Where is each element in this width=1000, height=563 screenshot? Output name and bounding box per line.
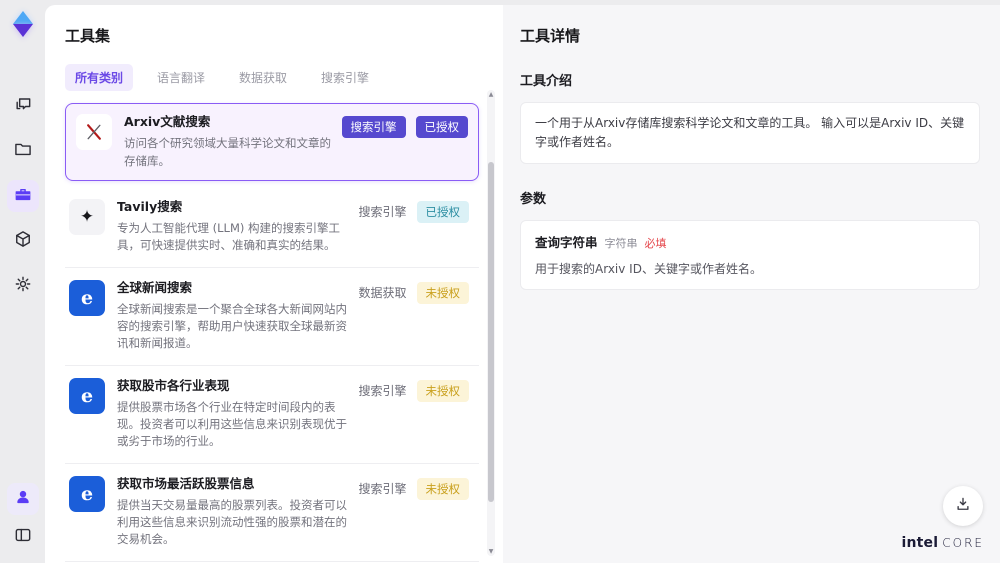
details-title: 工具详情 — [520, 27, 581, 45]
gear-icon — [13, 274, 33, 298]
icon-rail — [0, 0, 45, 563]
status-badge: 未授权 — [416, 379, 469, 402]
category-label: 搜索引擎 — [358, 384, 407, 398]
blue-e-logo-icon: e — [69, 377, 105, 414]
param-description: 用于搜索的Arxiv ID、关键字或作者姓名。 — [535, 262, 762, 277]
app-window: 工具集 所有类别 语言翻译 数据获取 搜索引擎 Arxiv文献搜索 访问各个研究… — [0, 0, 1000, 563]
category-label: 搜索引擎 — [358, 482, 407, 496]
tool-card-global-news[interactable]: e 全球新闻搜索 全球新闻搜索是一个聚合全球各大新闻网站内容的搜索引擎，帮助用户… — [65, 267, 479, 366]
tool-description: 提供当天交易量最高的股票列表。投资者可以利用这些信息来识别流动性强的股票和潜在的… — [117, 497, 347, 547]
tavily-star-icon: ✦ — [69, 198, 105, 235]
sidebar-item-models[interactable] — [7, 225, 39, 257]
scroll-down-icon[interactable]: ▼ — [487, 548, 495, 555]
page-title: 工具集 — [65, 27, 111, 45]
category-label: 搜索引擎 — [358, 205, 407, 220]
tool-name: Tavily搜索 — [117, 198, 183, 214]
sidebar-item-panel-toggle[interactable] — [7, 521, 39, 553]
tab-data-acquisition[interactable]: 数据获取 — [229, 64, 297, 91]
scroll-up-icon[interactable]: ▲ — [487, 91, 495, 98]
tool-card-active-stocks[interactable]: e 获取市场最活跃股票信息 提供当天交易量最高的股票列表。投资者可以利用这些信息… — [65, 463, 479, 562]
tool-name: Arxiv文献搜索 — [124, 114, 211, 129]
tool-list-panel: 工具集 所有类别 语言翻译 数据获取 搜索引擎 Arxiv文献搜索 访问各个研究… — [45, 5, 503, 563]
sidebar-item-account[interactable] — [6, 483, 39, 515]
intel-core-logo: intel CORE — [901, 535, 984, 551]
tool-name: 全球新闻搜索 — [117, 279, 193, 295]
intro-heading: 工具介绍 — [520, 74, 573, 89]
briefcase-icon — [13, 184, 33, 208]
intro-text: 一个用于从Arxiv存储库搜索科学论文和文章的工具。 输入可以是Arxiv ID… — [535, 116, 965, 150]
tool-details-panel: 工具详情 工具介绍 一个用于从Arxiv存储库搜索科学论文和文章的工具。 输入可… — [503, 5, 1000, 563]
folder-icon — [13, 139, 33, 163]
tool-card-tavily[interactable]: ✦ Tavily搜索 专为人工智能代理 (LLM) 构建的搜索引擎工具，可快速提… — [65, 186, 479, 268]
param-name: 查询字符串 — [535, 235, 598, 251]
sidebar-item-settings[interactable] — [7, 270, 39, 302]
tool-name: 获取股市各行业表现 — [117, 377, 230, 393]
tool-description: 专为人工智能代理 (LLM) 构建的搜索引擎工具，可快速提供实时、准确和真实的结… — [117, 221, 341, 253]
layout-panel-icon — [13, 525, 33, 549]
category-tabs: 所有类别 语言翻译 数据获取 搜索引擎 — [65, 64, 503, 91]
category-label: 数据获取 — [358, 286, 407, 300]
tab-all-categories[interactable]: 所有类别 — [65, 64, 134, 91]
category-badge: 搜索引擎 — [341, 116, 406, 138]
status-badge: 未授权 — [416, 477, 469, 500]
cube-icon — [13, 229, 33, 253]
tool-list: Arxiv文献搜索 访问各个研究领域大量科学论文和文章的存储库。 搜索引擎 已授… — [65, 103, 479, 563]
scrollbar-thumb[interactable] — [488, 162, 494, 502]
sidebar-item-chat[interactable] — [7, 90, 39, 122]
param-box: 查询字符串 字符串 必填 用于搜索的Arxiv ID、关键字或作者姓名。 — [520, 220, 980, 291]
status-badge: 未授权 — [416, 281, 469, 304]
app-logo — [6, 8, 40, 42]
tool-description: 提供股票市场各个行业在特定时间段内的表现。投资者可以利用这些信息来识别表现优于或… — [117, 399, 347, 449]
tool-description: 访问各个研究领域大量科学论文和文章的存储库。 — [124, 136, 331, 168]
intro-box: 一个用于从Arxiv存储库搜索科学论文和文章的工具。 输入可以是Arxiv ID… — [520, 102, 980, 165]
intel-wordmark: intel — [901, 535, 939, 551]
core-wordmark: CORE — [942, 536, 984, 550]
tab-search-engine[interactable]: 搜索引擎 — [311, 64, 379, 91]
sidebar-item-tools[interactable] — [6, 180, 39, 212]
tool-card-arxiv[interactable]: Arxiv文献搜索 访问各个研究领域大量科学论文和文章的存储库。 搜索引擎 已授… — [65, 103, 479, 181]
tool-description: 全球新闻搜索是一个聚合全球各大新闻网站内容的搜索引擎，帮助用户快速获取全球最新资… — [117, 301, 347, 351]
params-heading: 参数 — [520, 192, 547, 208]
blue-e-logo-icon: e — [69, 279, 105, 316]
user-icon — [13, 487, 33, 511]
param-type: 字符串 — [604, 237, 638, 251]
blue-e-logo-icon: e — [69, 475, 105, 512]
tab-language-translation[interactable]: 语言翻译 — [147, 64, 215, 91]
param-required-badge: 必填 — [644, 237, 667, 251]
download-icon — [954, 495, 972, 517]
tool-card-stock-sectors[interactable]: e 获取股市各行业表现 提供股票市场各个行业在特定时间段内的表现。投资者可以利用… — [65, 365, 479, 464]
status-badge: 已授权 — [416, 200, 469, 223]
download-button[interactable] — [943, 486, 983, 526]
sidebar-item-files[interactable] — [7, 135, 39, 167]
status-badge: 已授权 — [415, 116, 468, 138]
chat-icon — [13, 94, 33, 118]
arxiv-logo-icon — [76, 114, 112, 150]
tool-name: 获取市场最活跃股票信息 — [117, 475, 255, 491]
list-scrollbar[interactable]: ▲ ▼ — [487, 90, 495, 556]
